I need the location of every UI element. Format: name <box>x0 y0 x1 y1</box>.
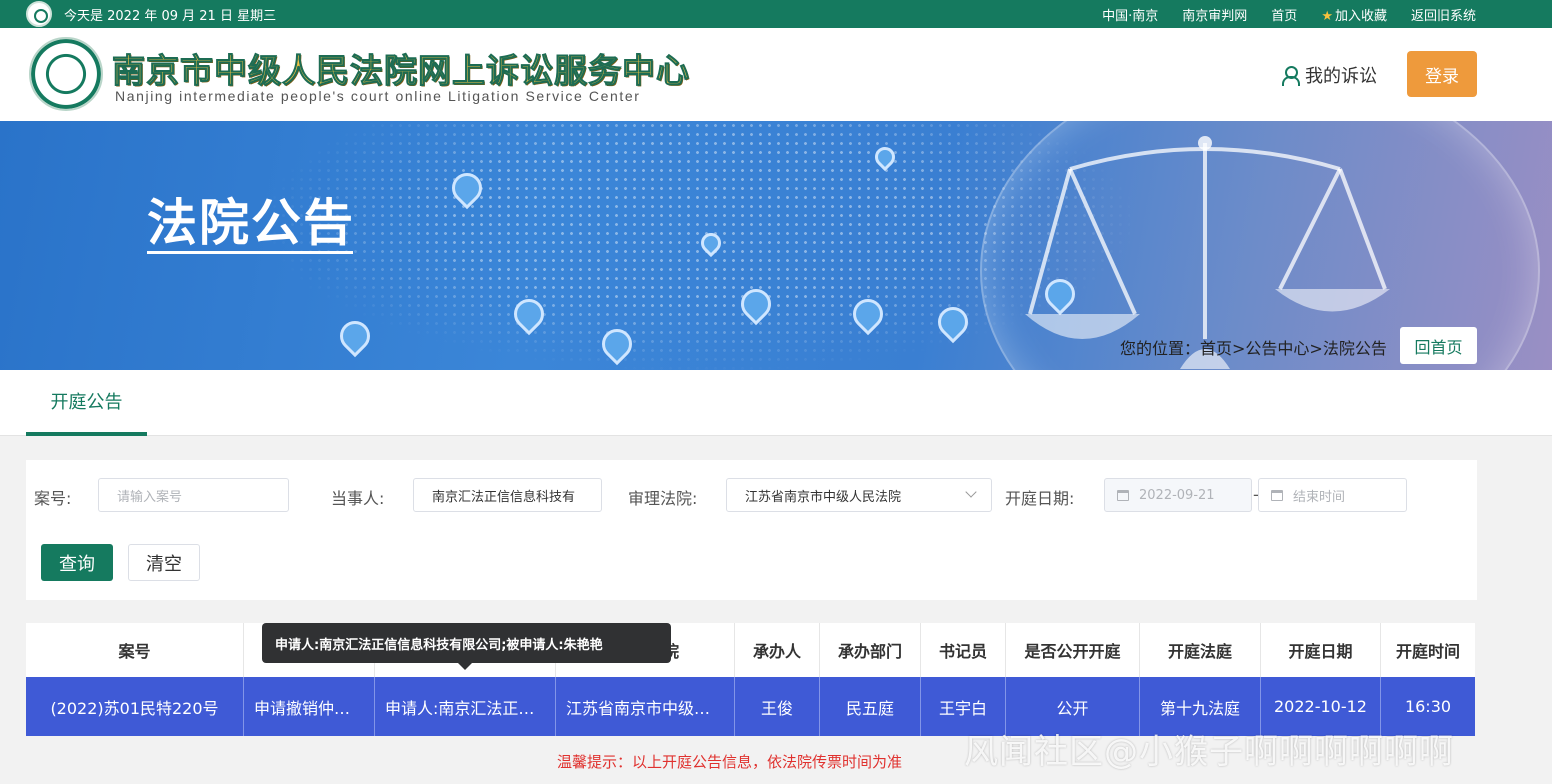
notice-tip: 温馨提示：以上开庭公告信息，依法院传票时间为准 <box>557 753 903 771</box>
case-no-input[interactable]: 请输入案号 <box>98 478 289 512</box>
back-home-button[interactable]: 回首页 <box>1400 327 1477 364</box>
star-icon: ★ <box>1321 9 1333 24</box>
banner: 法院公告 您的位置：首页>公告中心>法院公告 回首页 <box>0 121 1552 370</box>
link-nanjing-trial-net[interactable]: 南京审判网 <box>1182 5 1247 24</box>
hearing-date-label: 开庭日期: <box>1005 489 1075 508</box>
user-icon <box>1281 66 1300 86</box>
cell-department: 民五庭 <box>820 677 921 736</box>
cell-court: 江苏省南京市中级人民法院 <box>556 677 735 736</box>
tab-bar: 开庭公告 <box>0 370 1552 436</box>
cell-cause: 申请撤销仲裁裁决 <box>244 677 375 736</box>
calendar-icon <box>1271 489 1283 501</box>
watermark: 风闻社区@小猴子啊啊啊啊啊啊 <box>964 732 1454 772</box>
col-public: 是否公开开庭 <box>1006 623 1140 677</box>
chevron-down-icon <box>965 486 977 498</box>
calendar-icon <box>1117 489 1129 501</box>
my-litigation-link[interactable]: 我的诉讼 <box>1281 62 1377 88</box>
cause-text: 申请撤销仲裁裁决 <box>254 698 364 718</box>
cell-case-no: (2022)苏01民特220号 <box>26 677 244 736</box>
hearing-table: 案号 院 承办人 承办部门 书记员 是否公开开庭 开庭法庭 开庭日期 开庭时间 … <box>26 623 1475 736</box>
judge-text: 王俊 <box>760 698 793 718</box>
date-end-placeholder: 结束时间 <box>1293 489 1346 505</box>
col-hearing-time: 开庭时间 <box>1381 623 1475 677</box>
col-department: 承办部门 <box>820 623 921 677</box>
cell-parties[interactable]: 申请人:南京汇法正信信息科技有限公司 <box>375 677 556 736</box>
col-judge: 承办人 <box>735 623 820 677</box>
col-hearing-date: 开庭日期 <box>1261 623 1381 677</box>
department-text: 民五庭 <box>845 698 894 718</box>
clear-button[interactable]: 清空 <box>128 544 200 581</box>
party-input[interactable]: 南京汇法正信信息科技有 <box>413 478 602 512</box>
tab-hearing-notice[interactable]: 开庭公告 <box>26 370 147 436</box>
public-text: 公开 <box>1056 698 1089 718</box>
site-title: 南京市中级人民法院网上诉讼服务中心 <box>112 51 690 91</box>
court-logo-icon[interactable] <box>29 37 103 111</box>
link-home[interactable]: 首页 <box>1271 5 1297 24</box>
site-header: 南京市中级人民法院网上诉讼服务中心 Nanjing intermediate p… <box>0 28 1552 121</box>
party-label: 当事人: <box>331 489 385 508</box>
add-favorite-label: 加入收藏 <box>1334 9 1387 24</box>
table-header: 案号 院 承办人 承办部门 书记员 是否公开开庭 开庭法庭 开庭日期 开庭时间 <box>26 623 1475 677</box>
top-links: 中国·南京 南京审判网 首页 ★ 加入收藏 返回旧系统 <box>1102 5 1476 24</box>
query-button[interactable]: 查询 <box>41 544 113 581</box>
cell-judge: 王俊 <box>735 677 820 736</box>
case-no-label: 案号: <box>34 489 72 508</box>
date-start-input[interactable]: 2022-09-21 <box>1104 478 1252 512</box>
court-text: 江苏省南京市中级人民法院 <box>566 698 724 718</box>
parties-text: 申请人:南京汇法正信信息科技有限公司 <box>385 698 545 718</box>
date-start-value: 2022-09-21 <box>1139 487 1215 503</box>
link-add-favorite[interactable]: ★ 加入收藏 <box>1321 5 1387 24</box>
clerk-text: 王宇白 <box>938 698 987 718</box>
search-panel: 案号: 请输入案号 当事人: 南京汇法正信信息科技有 审理法院: 江苏省南京市中… <box>26 460 1477 600</box>
col-courtroom: 开庭法庭 <box>1140 623 1261 677</box>
current-date: 今天是 2022 年 09 月 21 日 星期三 <box>64 9 277 24</box>
col-clerk: 书记员 <box>921 623 1006 677</box>
breadcrumb: 您的位置：首页>公告中心>法院公告 <box>1120 339 1387 358</box>
link-old-system[interactable]: 返回旧系统 <box>1411 5 1476 24</box>
top-bar: 今天是 2022 年 09 月 21 日 星期三 中国·南京 南京审判网 首页 … <box>0 0 1552 28</box>
courtroom-text: 第十九法庭 <box>1159 698 1240 718</box>
hearing-time-text: 16:30 <box>1404 697 1452 716</box>
site-subtitle: Nanjing intermediate people's court onli… <box>115 88 641 104</box>
page-title: 法院公告 <box>147 194 355 252</box>
title-underline <box>147 251 353 254</box>
hearing-date-text: 2022-10-12 <box>1274 697 1367 716</box>
date-end-input[interactable]: 结束时间 <box>1258 478 1407 512</box>
login-button[interactable]: 登录 <box>1407 51 1477 97</box>
scales-of-justice-icon <box>1025 136 1390 369</box>
court-emblem-icon <box>26 1 52 27</box>
court-select-value: 江苏省南京市中级人民法院 <box>745 489 902 505</box>
case-no-text: (2022)苏01民特220号 <box>50 698 219 718</box>
parties-tooltip: 申请人:南京汇法正信信息科技有限公司;被申请人:朱艳艳 <box>262 623 671 670</box>
my-litigation-label: 我的诉讼 <box>1305 66 1377 87</box>
link-china-nanjing[interactable]: 中国·南京 <box>1102 5 1158 24</box>
court-select[interactable]: 江苏省南京市中级人民法院 <box>726 478 992 512</box>
court-label: 审理法院: <box>628 489 698 508</box>
col-case-no: 案号 <box>26 623 244 677</box>
